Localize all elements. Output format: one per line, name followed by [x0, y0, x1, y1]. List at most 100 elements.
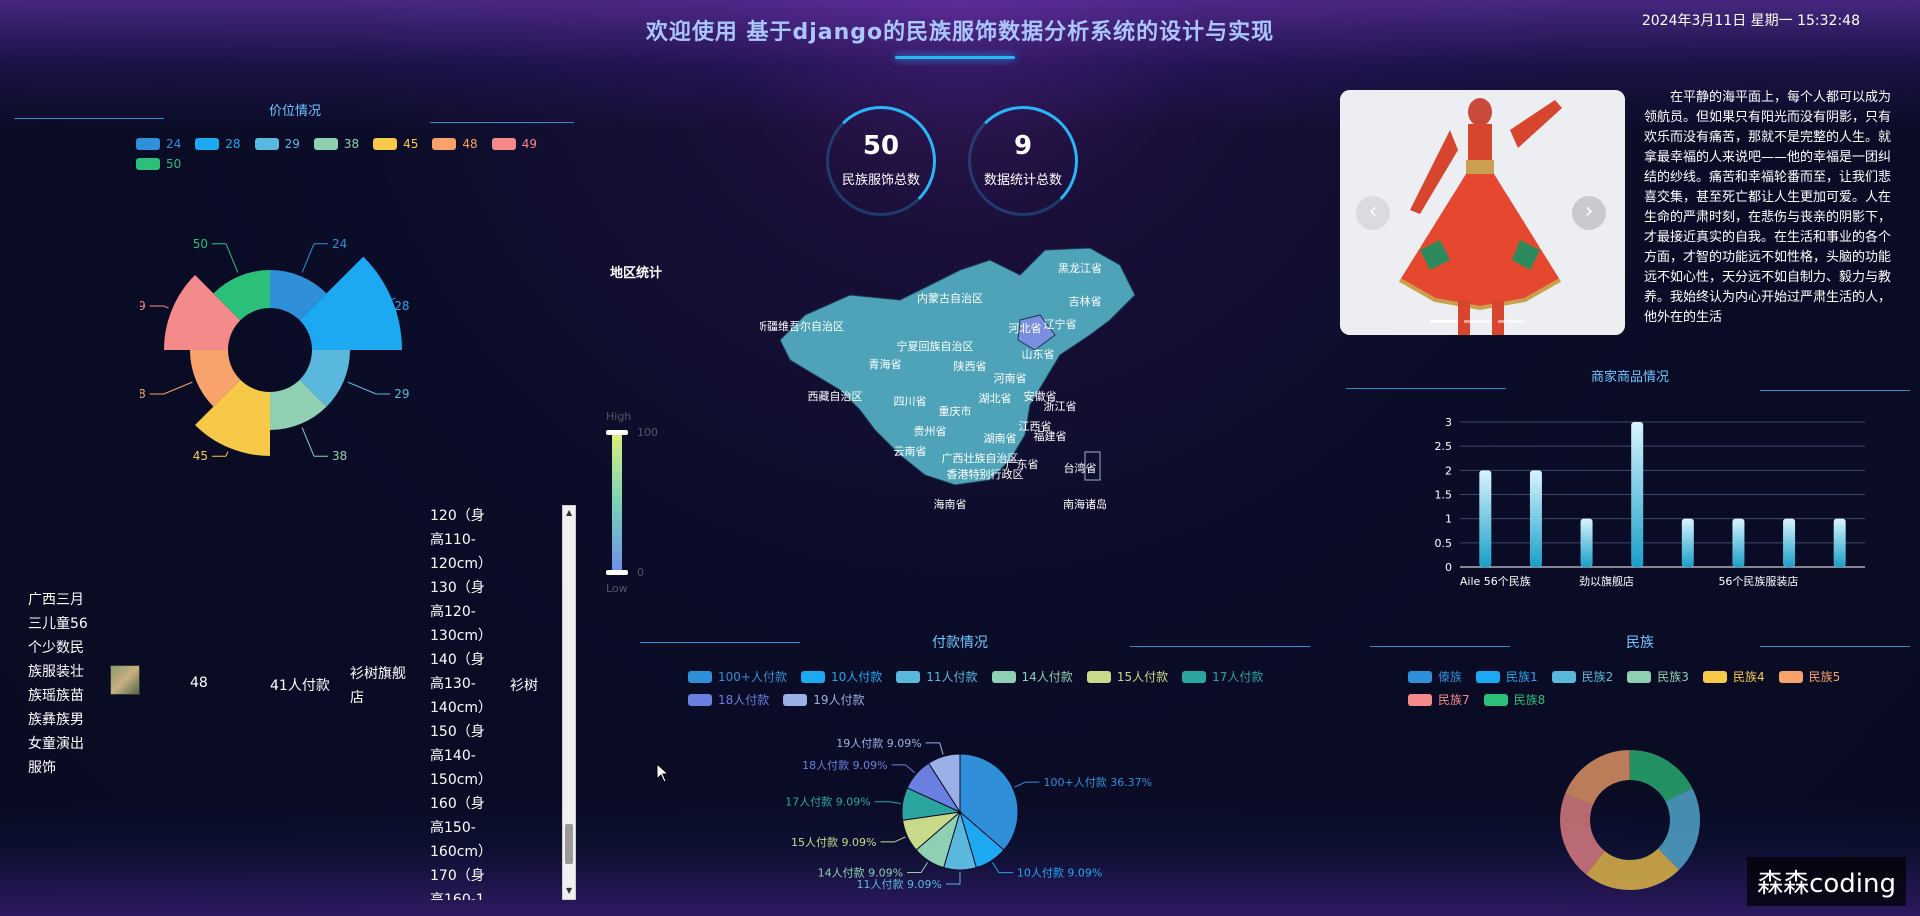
map-region-label: 香港特别行政区	[947, 467, 1024, 481]
legend-item[interactable]: 11人付款	[896, 668, 978, 685]
legend-item[interactable]: 民族7	[1408, 691, 1470, 708]
legend-item[interactable]: 48	[432, 137, 478, 151]
map-region-label: 宁夏回族自治区	[897, 339, 974, 353]
map-region-label: 陕西省	[954, 359, 987, 373]
map-region-label: 青海省	[869, 357, 902, 371]
carousel-indicator[interactable]	[1430, 320, 1458, 323]
map-region-label: 吉林省	[1069, 294, 1102, 308]
legend-item[interactable]: 49	[491, 137, 537, 151]
scroll-thumb[interactable]	[565, 824, 573, 864]
legend-item[interactable]: 傣族	[1408, 668, 1462, 685]
china-map[interactable]: 黑龙江省内蒙古自治区 吉林省新疆维吾尔自治区 辽宁省河北省宁夏回族自治区山东省青海省…	[760, 240, 1180, 530]
legend-item[interactable]: 29	[254, 137, 300, 151]
legend-label: 傣族	[1438, 670, 1463, 684]
visual-map-scale[interactable]	[612, 432, 622, 572]
bar[interactable]	[1833, 518, 1846, 567]
scale-handle-bottom[interactable]	[606, 570, 628, 575]
ethnic-legend: 傣族 民族1 民族2 民族3 民族4 民族5 民族7 民族8	[1408, 668, 1908, 714]
scroll-down-icon[interactable]: ▼	[566, 886, 572, 895]
legend-item[interactable]: 民族2	[1551, 668, 1613, 685]
map-region-label: 湖南省	[984, 432, 1017, 445]
y-tick-label: 1.5	[1435, 489, 1453, 502]
carousel-indicator[interactable]	[1498, 320, 1526, 323]
page-title: 欢迎使用 基于django的民族服饰数据分析系统的设计与实现	[645, 20, 1275, 45]
legend-item[interactable]: 45	[373, 137, 418, 151]
image-carousel[interactable]: › ‹	[1340, 90, 1625, 335]
carousel-indicator[interactable]	[1464, 320, 1492, 323]
map-region-label: 福建省	[1034, 429, 1067, 443]
pie-leader-line	[991, 862, 1013, 874]
map-region-label: 河北省	[1009, 322, 1042, 335]
carousel-prev-button[interactable]: ‹	[1356, 196, 1390, 230]
legend-swatch	[1627, 670, 1652, 683]
pie-leader-line	[891, 764, 915, 774]
legend-item[interactable]: 民族8	[1483, 691, 1545, 708]
bar[interactable]	[1479, 470, 1492, 567]
y-tick-label: 2	[1445, 464, 1452, 477]
legend-item[interactable]: 民族3	[1627, 668, 1689, 685]
y-tick-label: 0	[1445, 561, 1452, 574]
bar[interactable]	[1681, 518, 1694, 567]
legend-label: 28	[225, 137, 241, 151]
legend-swatch	[491, 138, 516, 150]
legend-swatch	[136, 138, 160, 150]
legend-item[interactable]: 19人付款	[783, 691, 865, 708]
scroll-up-icon[interactable]: ▲	[566, 508, 572, 517]
pie-slice-label: 18人付款 9.09%	[802, 758, 887, 772]
legend-item[interactable]: 15人付款	[1086, 668, 1169, 685]
datetime: 2024年3月11日 星期一 15:32:48	[1641, 13, 1860, 29]
map-region-label: 海南省	[934, 497, 967, 511]
y-tick-label: 0.5	[1435, 537, 1453, 550]
legend-item[interactable]: 民族1	[1476, 668, 1538, 685]
legend-item[interactable]: 28	[195, 137, 241, 151]
x-tick-label: 56个民族服装店	[1718, 574, 1798, 588]
watermark: 森森coding	[1747, 857, 1906, 906]
bar[interactable]	[1732, 518, 1745, 567]
product-thumbnail[interactable]	[110, 665, 140, 695]
scale-high-label: High	[606, 410, 632, 423]
legend-swatch	[991, 670, 1016, 683]
x-tick-label: Aile 56个民族	[1460, 574, 1531, 588]
map-region-label: 西藏自治区	[808, 389, 863, 403]
legend-label: 民族7	[1438, 693, 1470, 707]
legend-item[interactable]: 14人付款	[991, 668, 1073, 685]
cell-sizes: 120（身高110-120cm）130（身高120-130cm）140（身高13…	[430, 508, 486, 900]
table-row[interactable]: 广西三月三儿童56个少数民族服装壮族瑶族苗族彝族男女童演出服饰 48 41人付款…	[0, 500, 560, 900]
legend-label: 10人付款	[830, 670, 883, 684]
legend-item[interactable]: 民族4	[1702, 668, 1765, 685]
legend-item[interactable]: 10人付款	[800, 668, 883, 685]
legend-item[interactable]: 民族5	[1778, 668, 1840, 685]
map-region-label: 云南省	[894, 445, 927, 458]
legend-item[interactable]: 24	[136, 137, 181, 151]
legend-swatch	[1778, 670, 1803, 683]
legend-label: 48	[462, 137, 478, 151]
y-tick-label: 1	[1445, 513, 1452, 526]
bar[interactable]	[1580, 518, 1593, 567]
merchant-bar-chart: 0 0.5 1 1.5 2 2.5 3 Aile 56个民族 劲以旗舰店 56个民族服装店	[1435, 416, 1865, 588]
legend-label: 民族4	[1732, 670, 1765, 684]
deco-line	[1760, 646, 1910, 647]
legend-swatch	[1182, 670, 1207, 683]
table-scrollbar[interactable]: ▲ ▼	[562, 505, 576, 900]
deco-line	[640, 642, 800, 643]
cell-payers: 41人付款	[270, 678, 330, 694]
legend-item[interactable]: 50	[136, 157, 181, 171]
pie-leader-line	[1014, 781, 1040, 788]
legend-item[interactable]: 17人付款	[1182, 668, 1263, 685]
legend-item[interactable]: 18人付款	[688, 691, 769, 708]
deco-line	[14, 118, 164, 119]
bar[interactable]	[1529, 470, 1542, 567]
legend-label: 45	[403, 137, 419, 151]
map-region-label: 内蒙古自治区	[917, 291, 983, 305]
legend-label: 15人付款	[1116, 670, 1169, 684]
legend-item[interactable]: 38	[313, 137, 359, 151]
legend-swatch	[1408, 693, 1432, 706]
scale-handle-top[interactable]	[606, 430, 628, 435]
bar[interactable]	[1631, 422, 1644, 567]
map-region-label: 河南省	[994, 372, 1027, 385]
rose-slice-label: 48	[140, 387, 146, 401]
rose-slice-label: 24	[332, 237, 347, 251]
bar[interactable]	[1783, 518, 1796, 567]
legend-item[interactable]: 100+人付款	[688, 668, 787, 685]
carousel-next-button[interactable]: ›	[1572, 196, 1606, 230]
